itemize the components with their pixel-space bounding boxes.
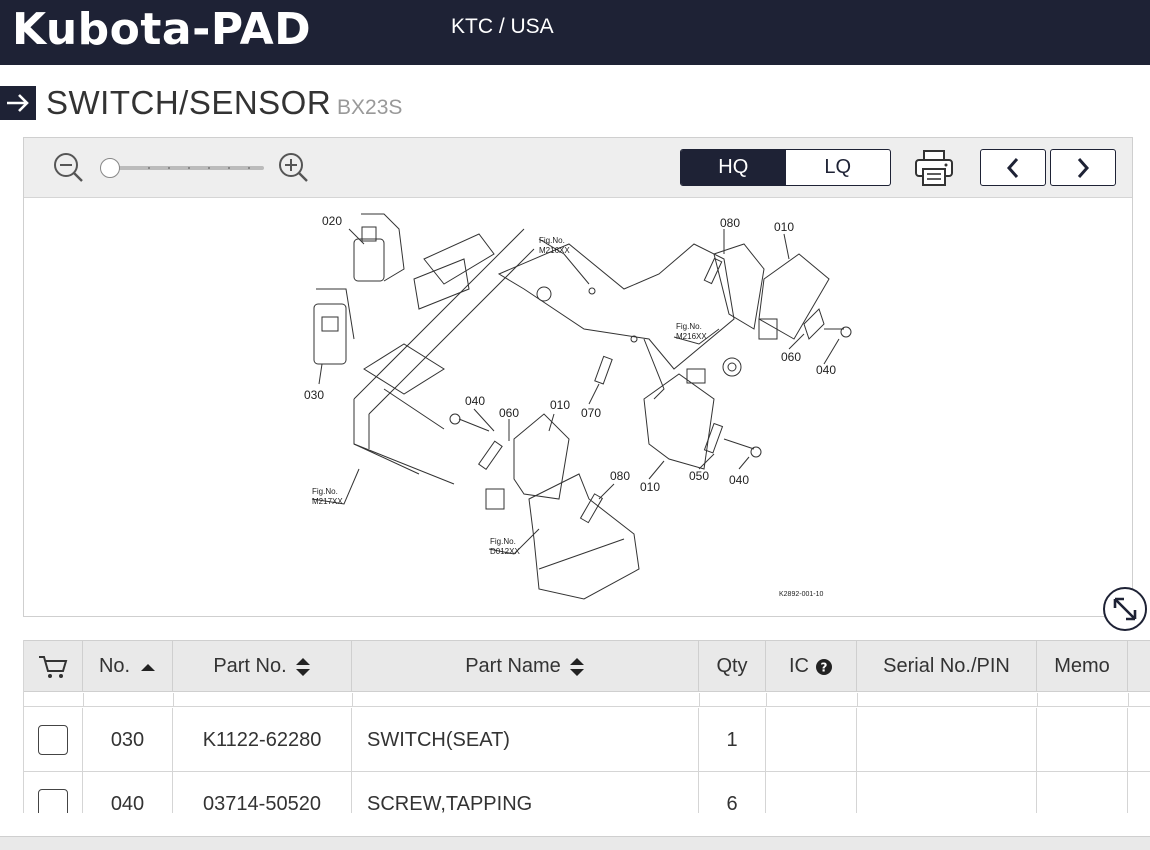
zoom-slider-tick: [208, 167, 210, 169]
column-header-qty-label: Qty: [716, 655, 748, 677]
cell-memo[interactable]: [1037, 772, 1128, 813]
quality-lq-button[interactable]: LQ: [786, 150, 891, 185]
chevron-left-icon: [1006, 157, 1019, 178]
title-row: SWITCH/SENSOR BX23S: [0, 84, 1150, 122]
cell-qty: 1: [699, 708, 766, 772]
column-header-memo-label: Memo: [1054, 655, 1110, 677]
table-row[interactable]: 040 03714-50520 SCREW,TAPPING 6: [24, 772, 1150, 813]
cell-part-no[interactable]: K1122-62280: [173, 708, 352, 772]
column-header-part-no-label: Part No.: [213, 655, 287, 677]
cart-column-header[interactable]: [24, 641, 83, 692]
cell-serial: [857, 708, 1037, 772]
callout-030: 030: [304, 388, 324, 402]
column-header-part-no[interactable]: Part No.: [173, 641, 352, 692]
zoom-slider-tick: [248, 167, 250, 169]
parts-table: No. Part No. Part Name Qty IC ? Serial N…: [23, 640, 1150, 813]
top-bar: Kubota-PAD KTC / USA: [0, 0, 1150, 65]
next-figure-button[interactable]: [1050, 149, 1116, 186]
fig-ref-number: M216XX: [539, 246, 570, 255]
column-header-no-label: No.: [98, 655, 131, 677]
cell-no: 030: [83, 708, 173, 772]
svg-text:?: ?: [821, 660, 828, 674]
column-header-ic-label: IC: [789, 655, 809, 677]
column-header-part-name[interactable]: Part Name: [352, 641, 699, 692]
zoom-out-icon[interactable]: [53, 152, 85, 189]
sort-asc-icon: [141, 663, 156, 671]
model-label: BX23S: [337, 96, 403, 119]
row-checkbox[interactable]: [38, 725, 68, 755]
fig-ref-label: Fig.No.: [539, 236, 565, 245]
cell-no: 040: [83, 772, 173, 813]
cell-ic: [766, 708, 857, 772]
column-header-ic: IC ?: [766, 641, 857, 692]
zoom-slider-track: [110, 166, 264, 170]
cell-part-name: SWITCH(SEAT): [352, 708, 699, 772]
printer-icon[interactable]: [914, 149, 954, 187]
sort-icon: [569, 657, 584, 676]
fig-ref-number: D012XX: [490, 547, 520, 556]
row-checkbox[interactable]: [38, 789, 68, 813]
callout-010: 010: [640, 480, 660, 494]
row-select-cell: [24, 708, 83, 772]
brand-logo[interactable]: Kubota-PAD: [12, 4, 311, 55]
drawing-code: K2892-001-10: [779, 591, 823, 598]
quality-hq-button[interactable]: HQ: [681, 150, 786, 185]
column-header-serial: Serial No./PIN: [857, 641, 1037, 692]
fig-ref-label: Fig.No.: [676, 322, 702, 331]
cell-ic: [766, 772, 857, 813]
zoom-in-icon[interactable]: [278, 152, 310, 189]
cell-serial: [857, 772, 1037, 813]
page-title: SWITCH/SENSOR: [46, 84, 332, 121]
chevron-right-icon: [1077, 157, 1090, 178]
zoom-slider-tick: [148, 167, 150, 169]
table-row[interactable]: 030 K1122-62280 SWITCH(SEAT) 1: [24, 708, 1150, 772]
callout-060: 060: [781, 350, 801, 364]
viewer-toolbar: HQ LQ: [24, 138, 1132, 198]
zoom-slider-knob[interactable]: [100, 158, 120, 178]
row-select-cell: [24, 772, 83, 813]
prev-figure-button[interactable]: [980, 149, 1046, 186]
callout-010: 010: [774, 220, 794, 234]
diagram-viewer: HQ LQ 020 030 010 080 060 040 040 060 01…: [23, 137, 1133, 617]
table-header: No. Part No. Part Name Qty IC ? Serial N…: [24, 640, 1150, 692]
cell-part-no[interactable]: 03714-50520: [173, 772, 352, 813]
column-header-qty: Qty: [699, 641, 766, 692]
table-spacer-row: [24, 693, 1150, 707]
zoom-slider-tick: [228, 167, 230, 169]
fig-ref-number: M217XX: [312, 497, 343, 506]
callout-020: 020: [322, 214, 342, 228]
column-header-no[interactable]: No.: [83, 641, 173, 692]
region-label: KTC / USA: [451, 15, 554, 38]
zoom-slider[interactable]: [100, 158, 268, 178]
fig-ref-number: M216XX: [676, 332, 707, 341]
help-icon[interactable]: ?: [815, 658, 833, 676]
zoom-slider-tick: [168, 167, 170, 169]
callout-080: 080: [720, 216, 740, 230]
sort-icon: [295, 657, 310, 676]
fig-ref-label: Fig.No.: [490, 537, 516, 546]
zoom-slider-tick: [188, 167, 190, 169]
callout-040: 040: [465, 394, 485, 408]
callout-070: 070: [581, 406, 601, 420]
callout-080: 080: [610, 469, 630, 483]
callout-040: 040: [816, 363, 836, 377]
cell-memo[interactable]: [1037, 708, 1128, 772]
callout-050: 050: [689, 469, 709, 483]
cart-icon: [39, 655, 68, 678]
callout-060: 060: [499, 406, 519, 420]
cell-part-name: SCREW,TAPPING: [352, 772, 699, 813]
expand-icon[interactable]: [1103, 587, 1147, 631]
column-header-memo: Memo: [1037, 641, 1128, 692]
callout-040: 040: [729, 473, 749, 487]
arrow-right-icon: [0, 86, 36, 120]
fig-ref-label: Fig.No.: [312, 487, 338, 496]
column-header-part-name-label: Part Name: [465, 655, 561, 677]
cell-qty: 6: [699, 772, 766, 813]
parts-diagram[interactable]: 020 030 010 080 060 040 040 060 010 070 …: [24, 199, 1132, 616]
quality-toggle: HQ LQ: [680, 149, 891, 186]
table-footer-bar: [0, 836, 1150, 850]
callout-010: 010: [550, 398, 570, 412]
column-header-serial-label: Serial No./PIN: [883, 655, 1010, 677]
